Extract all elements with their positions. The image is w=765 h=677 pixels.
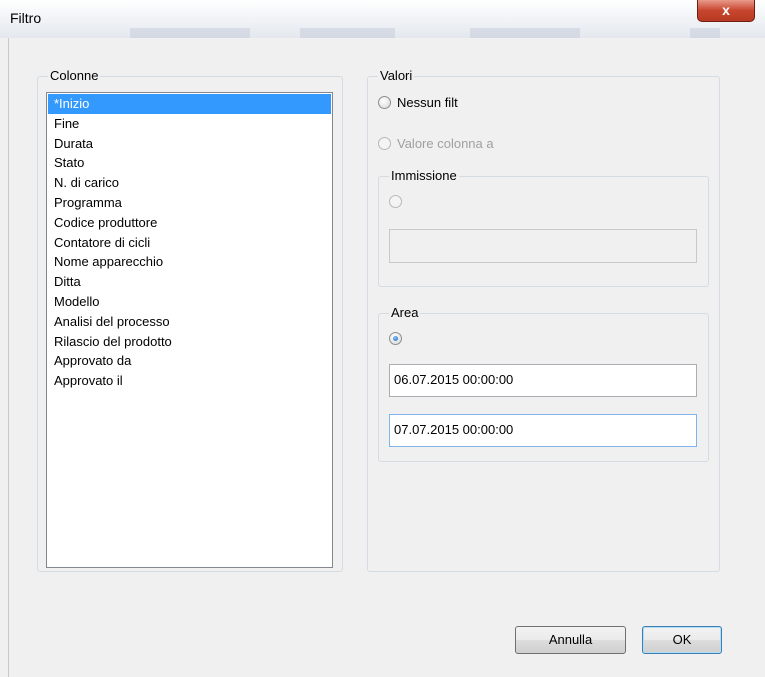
columns-legend: Colonne — [48, 68, 101, 83]
column-value-radio — [378, 137, 391, 150]
background-ghost — [130, 28, 250, 38]
area-from-input[interactable]: 06.07.2015 00:00:00 — [389, 364, 697, 397]
columns-listbox[interactable]: *Inizio Fine Durata Stato N. di carico Progra… — [46, 92, 333, 568]
list-item[interactable]: Modello — [48, 292, 331, 312]
area-legend: Area — [389, 305, 421, 320]
background-ghost — [690, 28, 720, 38]
no-filter-radio[interactable] — [378, 96, 391, 109]
area-to-input[interactable]: 07.07.2015 00:00:00 — [389, 414, 697, 447]
window-title: Filtro — [10, 10, 42, 26]
entry-radio — [389, 195, 402, 208]
entry-input — [389, 229, 697, 263]
list-item[interactable]: Codice produttore — [48, 213, 331, 233]
list-item[interactable]: Analisi del processo — [48, 312, 331, 332]
list-item[interactable]: Durata — [48, 134, 331, 154]
list-item[interactable]: Ditta — [48, 272, 331, 292]
area-option[interactable] — [389, 332, 402, 345]
list-item[interactable]: Approvato da — [48, 351, 331, 371]
entry-legend: Immissione — [389, 168, 459, 183]
close-button[interactable]: x — [697, 0, 755, 22]
list-item[interactable]: Contatore di cicli — [48, 233, 331, 253]
list-item[interactable]: N. di carico — [48, 173, 331, 193]
entry-option — [389, 195, 402, 208]
area-radio[interactable] — [389, 332, 402, 345]
title-bar: Filtro x — [0, 0, 765, 38]
list-item[interactable]: Rilascio del prodotto — [48, 332, 331, 352]
list-item[interactable]: Approvato il — [48, 371, 331, 391]
values-legend: Valori — [378, 68, 415, 83]
list-item[interactable]: Programma — [48, 193, 331, 213]
no-filter-label: Nessun filt — [397, 95, 458, 110]
window-left-edge — [0, 38, 9, 677]
ok-button[interactable]: OK — [642, 626, 722, 654]
column-value-label: Valore colonna a — [397, 136, 494, 151]
close-icon: x — [722, 2, 730, 18]
list-item[interactable]: Fine — [48, 114, 331, 134]
list-item[interactable]: Stato — [48, 153, 331, 173]
cancel-button[interactable]: Annulla — [515, 626, 626, 654]
list-item[interactable]: Nome apparecchio — [48, 252, 331, 272]
list-item[interactable]: *Inizio — [48, 94, 331, 114]
background-ghost — [470, 28, 580, 38]
no-filter-option[interactable]: Nessun filt — [378, 95, 458, 110]
background-ghost — [300, 28, 395, 38]
column-value-option: Valore colonna a — [378, 136, 494, 151]
